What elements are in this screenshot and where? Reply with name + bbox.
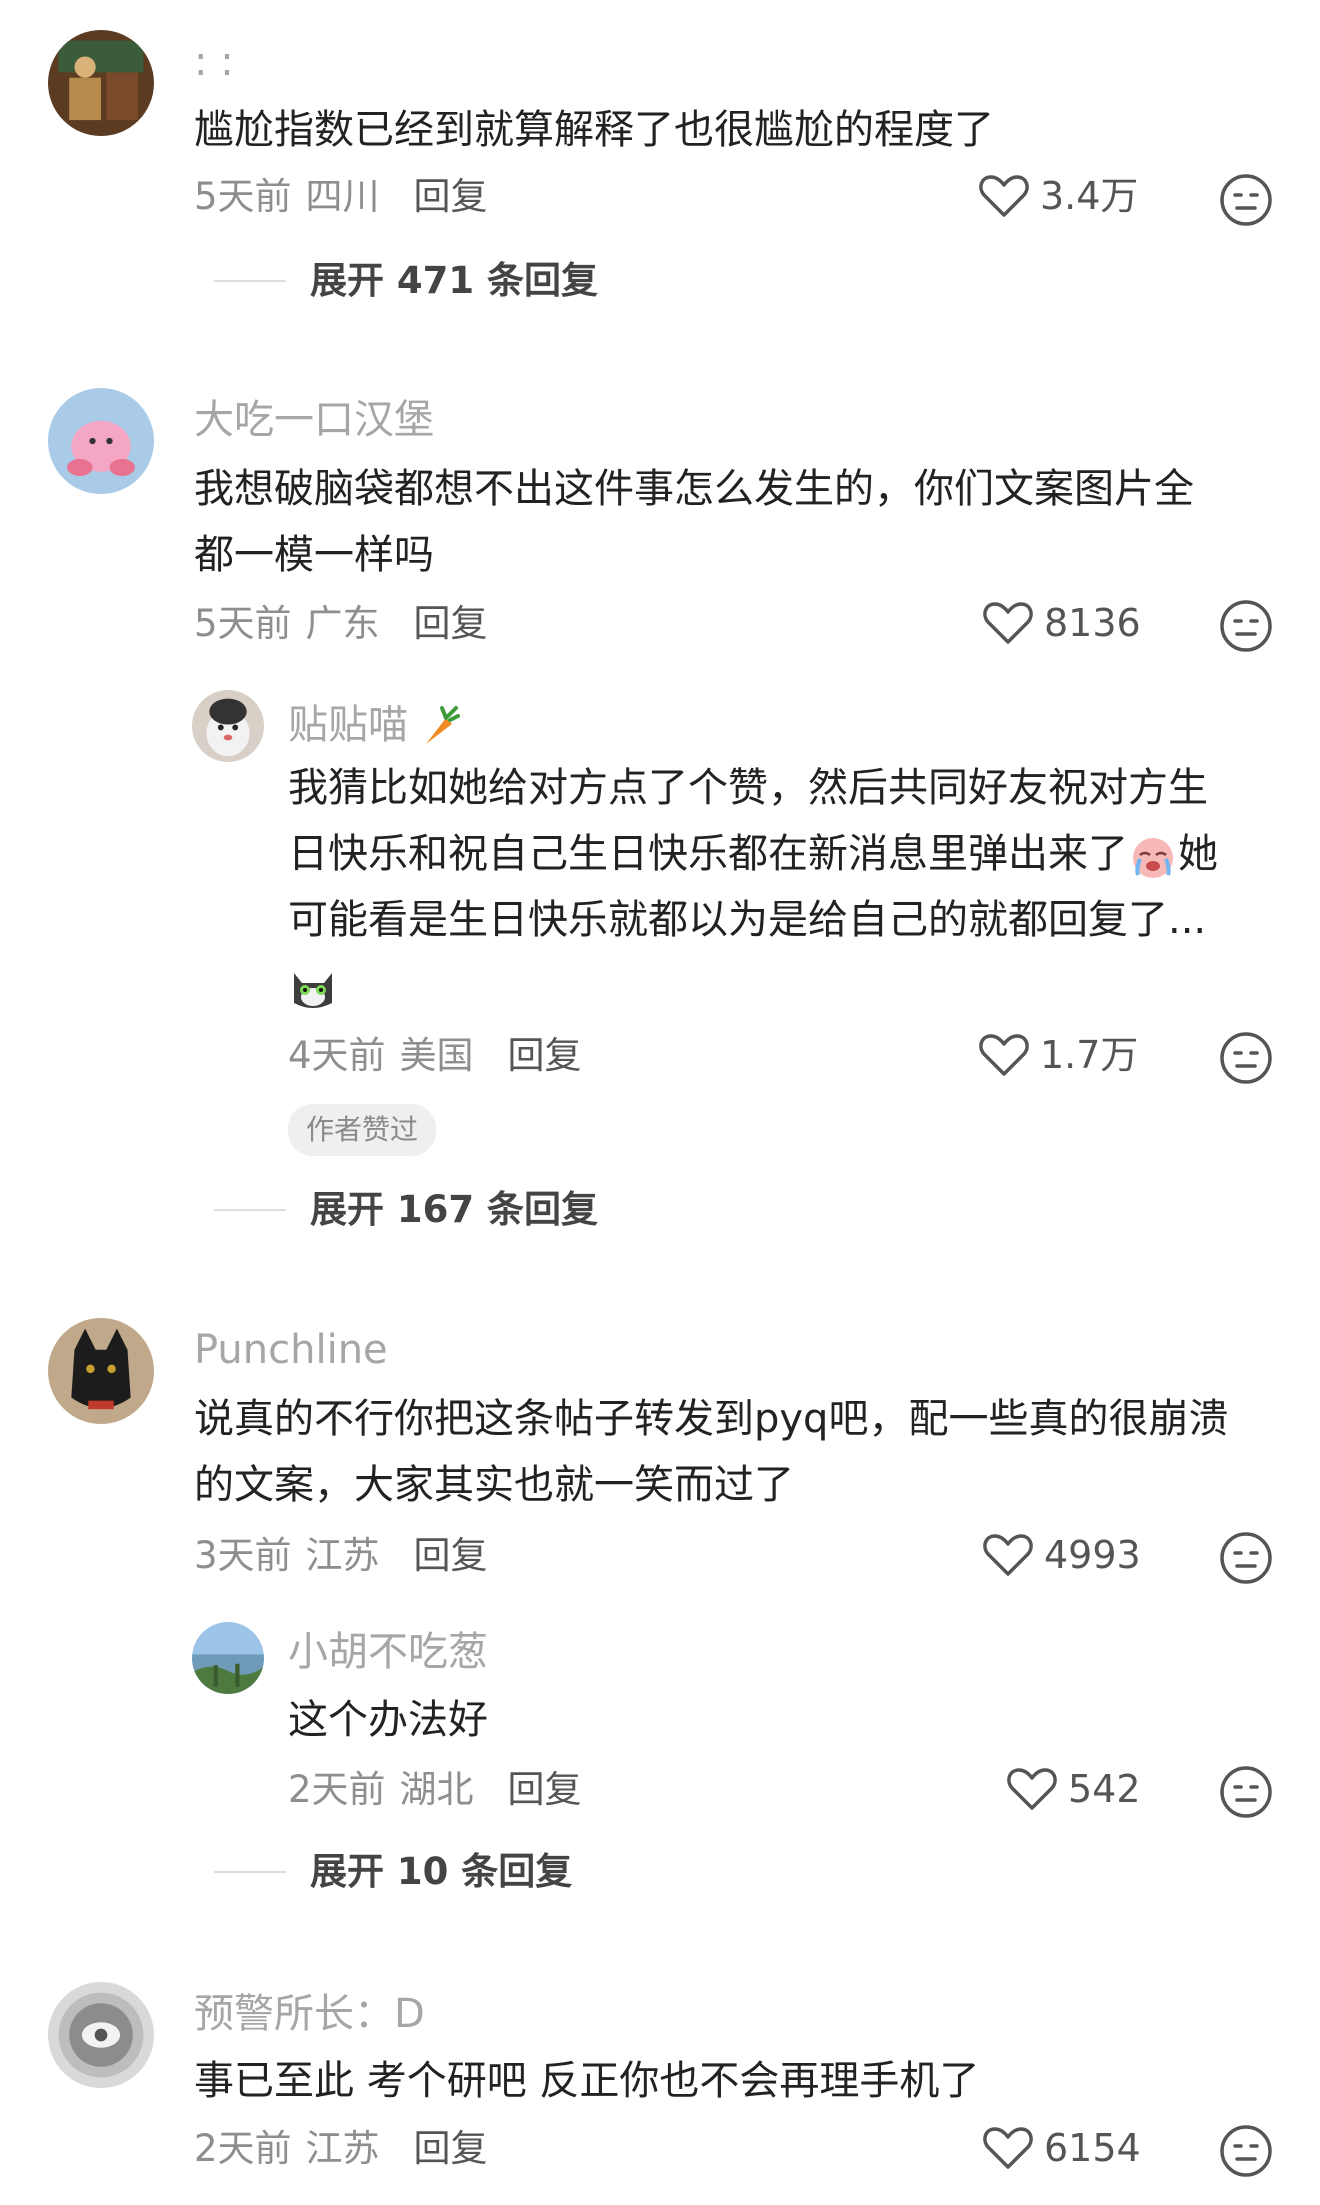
reply-button[interactable]: 回复 xyxy=(508,1037,582,1074)
like-count: 1.7万 xyxy=(1040,1033,1139,1077)
comment-meta: 5天前 广东 回复 xyxy=(194,605,488,642)
reply-button[interactable]: 回复 xyxy=(414,178,488,215)
avatar[interactable] xyxy=(48,1982,154,2088)
heart-icon xyxy=(983,2127,1033,2169)
divider xyxy=(214,1870,286,1873)
emoji-reaction-icon[interactable] xyxy=(1218,172,1274,228)
comment-username[interactable]: 大吃一口汉堡 xyxy=(194,400,434,440)
heart-icon xyxy=(983,602,1033,644)
like-count: 4993 xyxy=(1044,1533,1141,1577)
emoji-reaction-icon[interactable] xyxy=(1218,1030,1274,1086)
reply-text: 这个办法好 xyxy=(288,1697,488,1743)
comment-time: 5天前 xyxy=(194,175,292,218)
cat-face-emoji-icon xyxy=(288,963,338,1013)
reply-text-line: 日快乐和祝自己生日快乐都在新消息里弹出来了 她 xyxy=(288,821,1218,887)
comment-time: 3天前 xyxy=(194,1534,292,1577)
avatar[interactable] xyxy=(48,1318,154,1424)
reply-region: 美国 xyxy=(399,1034,474,1077)
comment-time: 5天前 xyxy=(194,602,292,645)
reply-text-line xyxy=(288,953,1218,1019)
divider xyxy=(214,279,286,282)
reply-button[interactable]: 回复 xyxy=(414,2130,488,2167)
expand-replies-label: 展开 10 条回复 xyxy=(310,1850,573,1893)
like-button[interactable]: 8136 xyxy=(982,600,1141,646)
like-count: 8136 xyxy=(1044,601,1141,645)
emoji-reaction-icon[interactable] xyxy=(1218,598,1274,654)
like-button[interactable]: 6154 xyxy=(982,2125,1141,2171)
comment-region: 江苏 xyxy=(305,1534,380,1577)
reply-text-line: 可能看是生日快乐就都以为是给自己的就都回复了... xyxy=(288,897,1207,943)
reply-time: 4天前 xyxy=(288,1034,386,1077)
reply-button[interactable]: 回复 xyxy=(414,605,488,642)
emoji-reaction-icon[interactable] xyxy=(1218,2123,1274,2179)
reply-text-segment: 她 xyxy=(1178,831,1218,877)
reply-username-text: 贴贴喵 xyxy=(288,702,408,748)
expand-replies-label: 展开 471 条回复 xyxy=(310,259,598,302)
reply-time: 2天前 xyxy=(288,1768,386,1811)
avatar[interactable] xyxy=(48,388,154,494)
heart-icon xyxy=(983,1534,1033,1576)
reply-text-line: 我猜比如她给对方点了个赞，然后共同好友祝对方生 xyxy=(288,765,1208,811)
like-button[interactable]: 3.4万 xyxy=(978,173,1138,219)
reply-username[interactable]: 小胡不吃葱 xyxy=(288,1632,488,1672)
comment-time: 2天前 xyxy=(194,2127,292,2170)
heart-icon xyxy=(1007,1768,1057,1810)
comment-text-line: 说真的不行你把这条帖子转发到pyq吧，配一些真的很崩溃 xyxy=(194,1396,1229,1442)
comment-username[interactable]: 预警所长：D xyxy=(194,1994,425,2034)
comment-username[interactable]: : : xyxy=(194,42,234,82)
comment-region: 广东 xyxy=(305,602,380,645)
expand-replies-label: 展开 167 条回复 xyxy=(310,1188,598,1231)
emoji-reaction-icon[interactable] xyxy=(1218,1530,1274,1586)
heart-icon xyxy=(979,175,1029,217)
author-liked-badge: 作者赞过 xyxy=(288,1104,437,1156)
comment-text-line: 的文案，大家其实也就一笑而过了 xyxy=(194,1462,794,1508)
reply-meta: 2天前 湖北 回复 xyxy=(288,1771,582,1808)
comment-username[interactable]: Punchline xyxy=(194,1330,388,1370)
reply-text: 我猜比如她给对方点了个赞，然后共同好友祝对方生 日快乐和祝自己生日快乐都在新消息… xyxy=(288,755,1218,1019)
reply-meta: 4天前 美国 回复 xyxy=(288,1037,582,1074)
comment-text: 事已至此 考个研吧 反正你也不会再理手机了 xyxy=(194,2058,980,2104)
crying-face-emoji-icon xyxy=(1128,831,1178,881)
comment-region: 江苏 xyxy=(305,2127,380,2170)
heart-icon xyxy=(979,1034,1029,1076)
like-button[interactable]: 4993 xyxy=(982,1532,1141,1578)
comment-text: 说真的不行你把这条帖子转发到pyq吧，配一些真的很崩溃 的文案，大家其实也就一笑… xyxy=(194,1386,1228,1518)
comment-meta: 5天前 四川 回复 xyxy=(194,178,488,215)
expand-replies-button[interactable]: 展开 10 条回复 xyxy=(214,1853,572,1890)
reply-text-segment: 日快乐和祝自己生日快乐都在新消息里弹出来了 xyxy=(288,831,1128,877)
avatar[interactable] xyxy=(192,1622,264,1694)
reply-button[interactable]: 回复 xyxy=(508,1771,582,1808)
like-count: 6154 xyxy=(1044,2126,1141,2170)
reply-username[interactable]: 贴贴喵 xyxy=(288,700,462,750)
reply-button[interactable]: 回复 xyxy=(414,1537,488,1574)
avatar[interactable] xyxy=(48,30,154,136)
like-button[interactable]: 542 xyxy=(1006,1766,1141,1812)
comment-region: 四川 xyxy=(305,175,380,218)
like-count: 3.4万 xyxy=(1040,174,1139,218)
like-count: 542 xyxy=(1068,1767,1141,1811)
carrot-emoji-icon xyxy=(412,700,462,750)
reply-region: 湖北 xyxy=(399,1768,474,1811)
comment-text: 我想破脑袋都想不出这件事怎么发生的，你们文案图片全 都一模一样吗 xyxy=(194,456,1194,588)
like-button[interactable]: 1.7万 xyxy=(978,1032,1138,1078)
comment-meta: 2天前 江苏 回复 xyxy=(194,2130,488,2167)
expand-replies-button[interactable]: 展开 471 条回复 xyxy=(214,262,598,299)
comment-text: 尴尬指数已经到就算解释了也很尴尬的程度了 xyxy=(194,107,994,153)
comment-meta: 3天前 江苏 回复 xyxy=(194,1537,488,1574)
divider xyxy=(214,1208,286,1211)
avatar[interactable] xyxy=(192,690,264,762)
comment-text-line: 都一模一样吗 xyxy=(194,532,434,578)
comment-text-line: 我想破脑袋都想不出这件事怎么发生的，你们文案图片全 xyxy=(194,466,1194,512)
expand-replies-button[interactable]: 展开 167 条回复 xyxy=(214,1191,598,1228)
emoji-reaction-icon[interactable] xyxy=(1218,1764,1274,1820)
